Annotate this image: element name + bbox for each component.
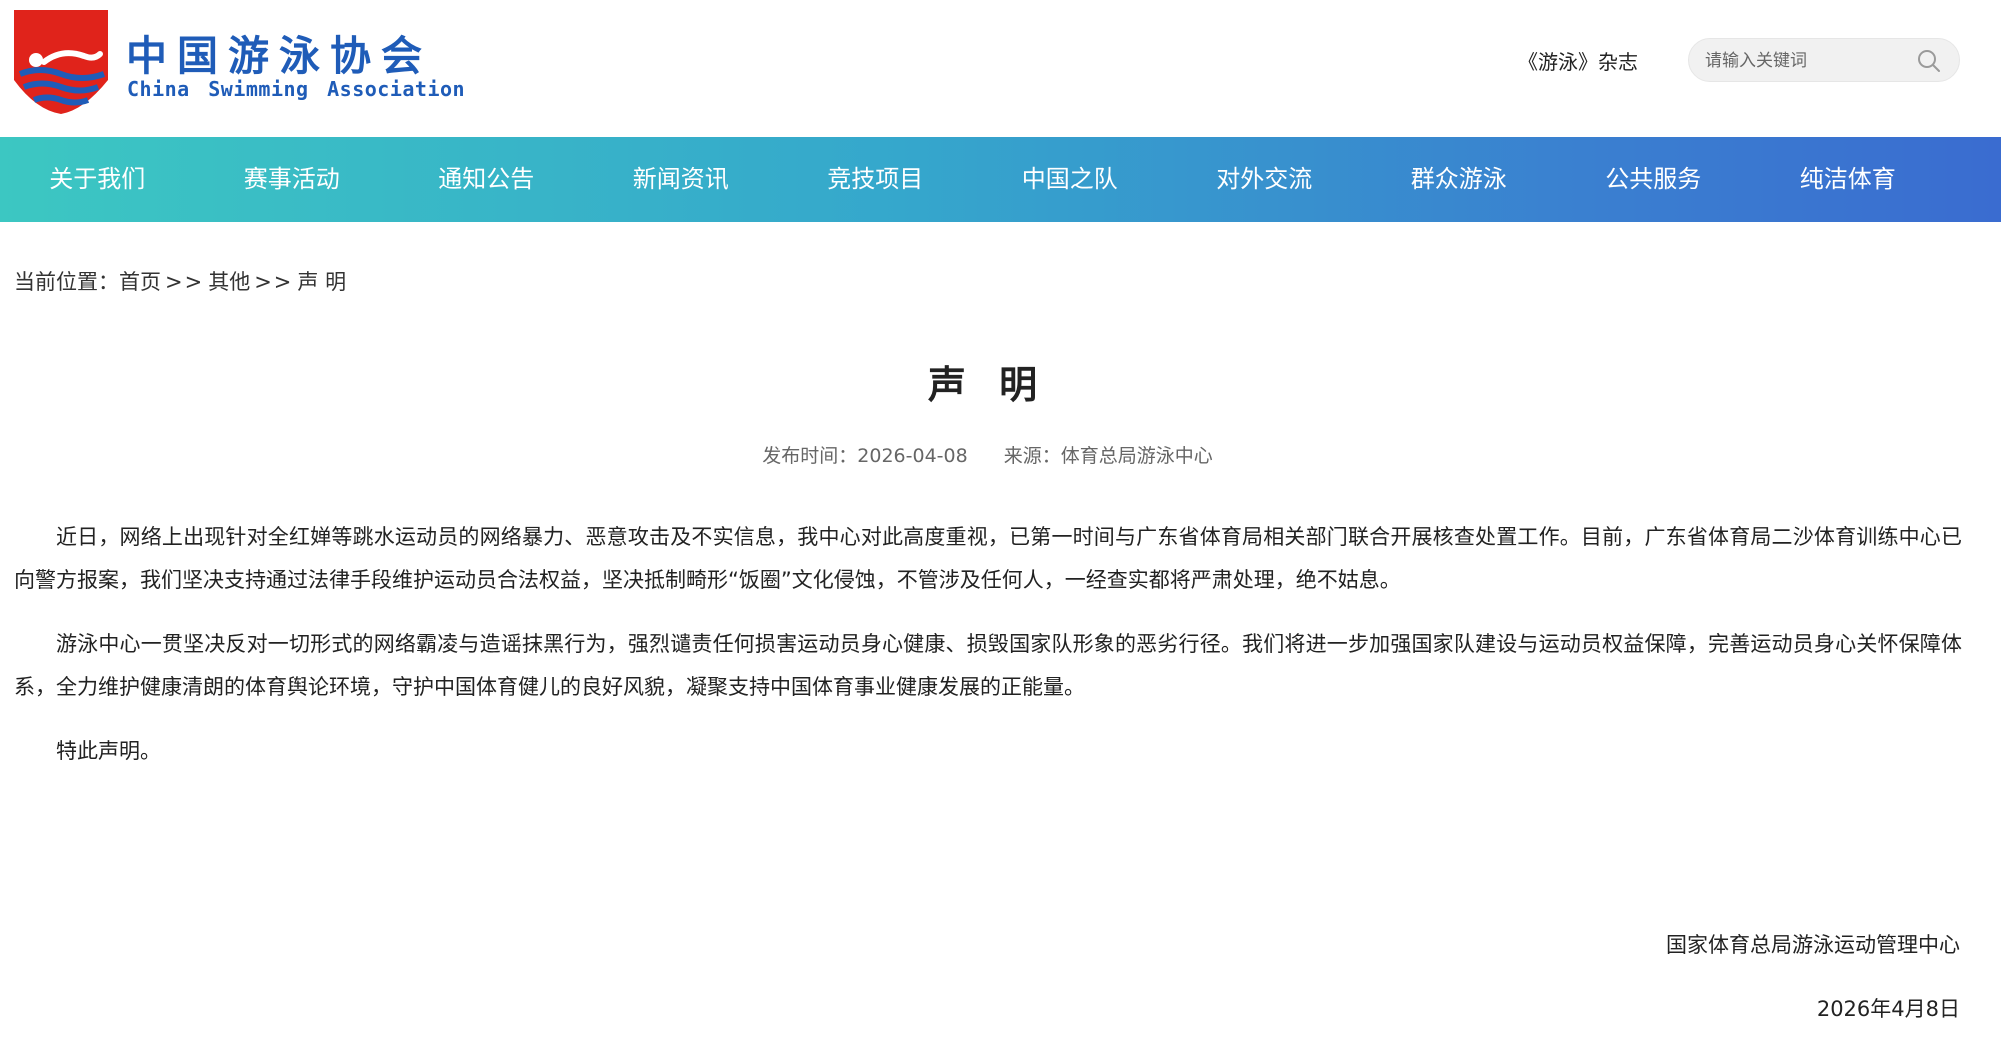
breadcrumb-prefix: 当前位置： bbox=[14, 270, 119, 294]
article-title: 声 明 bbox=[927, 363, 1048, 407]
breadcrumb: 当前位置：首页 >> 其他 >> 声 明 bbox=[14, 266, 346, 296]
nav-item-public-swimming[interactable]: 群众游泳 bbox=[1362, 137, 1557, 222]
breadcrumb-home-link[interactable]: 首页 bbox=[119, 270, 161, 294]
main-nav: 关于我们 赛事活动 通知公告 新闻资讯 竞技项目 中国之队 对外交流 群众游泳 … bbox=[0, 137, 2001, 222]
nav-item-international[interactable]: 对外交流 bbox=[1167, 137, 1362, 222]
publish-label: 发布时间： bbox=[762, 445, 858, 467]
nav-item-public-service[interactable]: 公共服务 bbox=[1556, 137, 1751, 222]
search-icon[interactable] bbox=[1917, 49, 1941, 73]
breadcrumb-separator: >> bbox=[165, 270, 205, 294]
nav-item-clean-sport[interactable]: 纯洁体育 bbox=[1751, 137, 1946, 222]
breadcrumb-current: 声 明 bbox=[297, 270, 347, 294]
site-header: 中国游泳协会 China Swimming Association 《游泳》杂志 bbox=[0, 0, 2001, 137]
breadcrumb-category-link[interactable]: 其他 bbox=[208, 270, 250, 294]
source-value: 体育总局游泳中心 bbox=[1060, 445, 1213, 467]
nav-item-notices[interactable]: 通知公告 bbox=[389, 137, 584, 222]
article-paragraph: 特此声明。 bbox=[56, 739, 161, 763]
nav-item-about[interactable]: 关于我们 bbox=[0, 137, 195, 222]
site-logo[interactable]: 中国游泳协会 China Swimming Association bbox=[14, 10, 465, 118]
swimmer-logo-icon bbox=[14, 10, 108, 114]
signature-organization: 国家体育总局游泳运动管理中心 bbox=[1666, 933, 1960, 957]
logo-english-text: China Swimming Association bbox=[127, 77, 466, 101]
article-body: 近日，网络上出现针对全红婵等跳水运动员的网络暴力、恶意攻击及不实信息，我中心对此… bbox=[14, 516, 1962, 794]
source-label: 来源： bbox=[1003, 445, 1061, 467]
search-input[interactable] bbox=[1703, 39, 1917, 83]
article-meta: 发布时间：2026-04-08 来源：体育总局游泳中心 bbox=[0, 441, 1975, 468]
nav-item-events[interactable]: 赛事活动 bbox=[195, 137, 390, 222]
nav-list: 关于我们 赛事活动 通知公告 新闻资讯 竞技项目 中国之队 对外交流 群众游泳 … bbox=[0, 137, 1945, 222]
nav-item-news[interactable]: 新闻资讯 bbox=[584, 137, 779, 222]
search-box bbox=[1688, 38, 1960, 83]
nav-item-competitive[interactable]: 竞技项目 bbox=[778, 137, 973, 222]
nav-item-national-team[interactable]: 中国之队 bbox=[973, 137, 1168, 222]
logo-chinese-text: 中国游泳协会 bbox=[126, 32, 432, 80]
article-paragraph: 近日，网络上出现针对全红婵等跳水运动员的网络暴力、恶意攻击及不实信息，我中心对此… bbox=[14, 525, 1962, 592]
signature-date: 2026年4月8日 bbox=[1816, 997, 1960, 1021]
magazine-link[interactable]: 《游泳》杂志 bbox=[1518, 46, 1638, 75]
breadcrumb-separator: >> bbox=[254, 270, 294, 294]
article-paragraph: 游泳中心一贯坚决反对一切形式的网络霸凌与造谣抹黑行为，强烈谴责任何损害运动员身心… bbox=[14, 632, 1962, 699]
publish-date: 2026-04-08 bbox=[857, 445, 968, 467]
